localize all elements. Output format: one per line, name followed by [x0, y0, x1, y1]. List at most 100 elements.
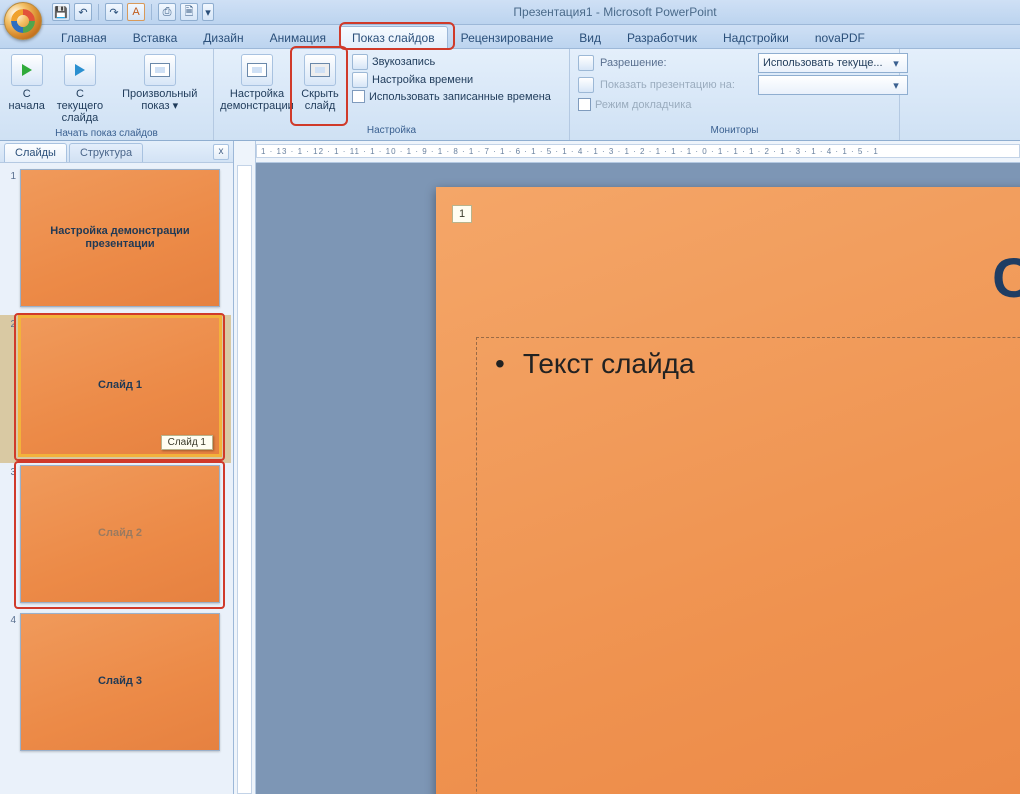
qat-separator: [151, 4, 152, 20]
quick-access-toolbar: 💾 ↶ ↷ A ⎙ 🗎 ▾: [52, 3, 214, 21]
thumbnail[interactable]: Слайд 1 Слайд 1: [20, 317, 220, 455]
btn-label: С текущего: [57, 88, 103, 112]
panel-close-button[interactable]: x: [213, 144, 229, 160]
microphone-icon: [352, 54, 368, 70]
hide-slide-icon: [304, 54, 336, 86]
checkbox-icon: [578, 98, 591, 111]
btn-label: Настройка времени: [372, 74, 473, 86]
thumb-title: Слайд 3: [98, 675, 142, 688]
slide-number-badge: 1: [452, 205, 472, 223]
play-current-icon: [64, 54, 96, 86]
vertical-ruler: [234, 141, 256, 794]
ribbon: Сначала С текущегослайда Произвольныйпок…: [0, 49, 1020, 141]
tab-developer[interactable]: Разработчик: [614, 26, 710, 48]
from-current-button[interactable]: С текущегослайда: [49, 51, 110, 127]
thumbnails-list[interactable]: 1 Настройка демонстрации презентации 2 С…: [0, 163, 233, 794]
ribbon-tabs: Главная Вставка Дизайн Анимация Показ сл…: [0, 25, 1020, 49]
tab-addins[interactable]: Надстройки: [710, 26, 802, 48]
qat-customize-icon[interactable]: ▾: [202, 3, 214, 21]
btn-label: слайда: [62, 112, 99, 124]
tab-design[interactable]: Дизайн: [190, 26, 256, 48]
thumb-title: Слайд 2: [98, 527, 142, 540]
qat-undo-icon[interactable]: ↶: [74, 3, 92, 21]
btn-label: Звукозапись: [372, 56, 435, 68]
tab-novapdf[interactable]: novaPDF: [802, 26, 878, 48]
group-label: Мониторы: [574, 124, 895, 138]
combo-value: Использовать текуще...: [763, 57, 883, 69]
thumbnail[interactable]: Слайд 3: [20, 613, 220, 751]
chevron-down-icon: ▾: [889, 57, 903, 70]
group-start-slideshow: Сначала С текущегослайда Произвольныйпок…: [0, 49, 214, 140]
btn-label: Скрыть: [301, 88, 339, 100]
custom-show-button[interactable]: Произвольныйпоказ ▾: [110, 51, 209, 115]
thumbnail-row[interactable]: 2 Слайд 1 Слайд 1: [0, 315, 231, 463]
qat-separator: [98, 4, 99, 20]
thumbnail[interactable]: Настройка демонстрации презентации: [20, 169, 220, 307]
presenter-view-checkbox: Режим докладчика: [578, 97, 695, 112]
qat-font-button[interactable]: A: [127, 3, 145, 21]
btn-label: демонстрации: [220, 100, 294, 112]
slide-title[interactable]: Слайд 2: [992, 245, 1020, 310]
thumbnail-row[interactable]: 3 Слайд 2: [0, 463, 231, 611]
content-placeholder[interactable]: Текст слайда: [476, 337, 1020, 794]
group-setup: Настройкадемонстрации Скрытьслайд Звукоз…: [214, 49, 570, 140]
tab-view[interactable]: Вид: [566, 26, 614, 48]
ruler-ticks: 1 · 13 · 1 · 12 · 1 · 11 · 1 · 10 · 1 · …: [256, 144, 1020, 158]
slide-canvas-area[interactable]: 1 · 13 · 1 · 12 · 1 · 11 · 1 · 10 · 1 · …: [256, 141, 1020, 794]
panel-tabs: Слайды Структура x: [0, 141, 233, 163]
group-label: Настройка: [218, 124, 565, 138]
qat-preview-icon[interactable]: 🗎: [180, 3, 198, 21]
thumb-title: Слайд 1: [98, 379, 142, 392]
thumb-number: 4: [2, 613, 16, 626]
rehearse-timings-button[interactable]: Настройка времени: [348, 71, 563, 89]
btn-label: начала: [9, 100, 45, 112]
thumbnail[interactable]: Слайд 2: [20, 465, 220, 603]
thumb-number: 1: [2, 169, 16, 182]
thumb-number: 3: [2, 465, 16, 478]
clock-icon: [352, 72, 368, 88]
checkbox-label: Использовать записанные времена: [369, 91, 551, 103]
thumbnail-row[interactable]: 1 Настройка демонстрации презентации: [0, 167, 231, 315]
group-monitors: Разрешение: Использовать текуще...▾ Пока…: [570, 49, 900, 140]
tab-animation[interactable]: Анимация: [257, 26, 339, 48]
use-timings-checkbox[interactable]: Использовать записанные времена: [348, 89, 563, 104]
btn-label: Произвольный: [122, 88, 197, 100]
qat-save-icon[interactable]: 💾: [52, 3, 70, 21]
panel-tab-slides[interactable]: Слайды: [4, 143, 67, 162]
thumb-tooltip: Слайд 1: [161, 435, 213, 450]
play-icon: [11, 54, 43, 86]
checkbox-label: Режим докладчика: [595, 99, 691, 111]
group-label: Начать показ слайдов: [4, 127, 209, 141]
show-on-label: Показать презентацию на:: [600, 78, 752, 92]
window-title: Презентация1 - Microsoft PowerPoint: [214, 5, 1016, 19]
thumb-number: 2: [2, 317, 16, 330]
show-on-combo: ▾: [758, 75, 908, 95]
btn-label: С: [23, 88, 31, 100]
btn-label: показ ▾: [141, 100, 178, 112]
setup-show-button[interactable]: Настройкадемонстрации: [218, 51, 296, 115]
resolution-combo[interactable]: Использовать текуще... ▾: [758, 53, 908, 73]
record-narration-button[interactable]: Звукозапись: [348, 53, 563, 71]
office-button[interactable]: [4, 2, 42, 40]
title-bar: 💾 ↶ ↷ A ⎙ 🗎 ▾ Презентация1 - Microsoft P…: [0, 0, 1020, 25]
tab-insert[interactable]: Вставка: [120, 26, 191, 48]
btn-label: Настройка: [230, 88, 284, 100]
tab-review[interactable]: Рецензирование: [448, 26, 567, 48]
chevron-down-icon: ▾: [889, 79, 903, 92]
qat-quickprint-icon[interactable]: ⎙: [158, 3, 176, 21]
work-area: Слайды Структура x 1 Настройка демонстра…: [0, 141, 1020, 794]
slide[interactable]: 1 Слайд 2 Текст слайда: [436, 187, 1020, 794]
monitor-icon: [578, 55, 594, 71]
panel-tab-outline[interactable]: Структура: [69, 143, 143, 162]
hide-slide-button[interactable]: Скрытьслайд: [296, 51, 344, 115]
qat-redo-icon[interactable]: ↷: [105, 3, 123, 21]
body-text[interactable]: Текст слайда: [523, 348, 695, 380]
setup-icon: [241, 54, 273, 86]
thumbnail-row[interactable]: 4 Слайд 3: [0, 611, 231, 759]
horizontal-ruler: 1 · 13 · 1 · 12 · 1 · 11 · 1 · 10 · 1 · …: [256, 141, 1020, 163]
btn-label: слайд: [305, 100, 336, 112]
tab-home[interactable]: Главная: [48, 26, 120, 48]
checkbox-icon: [352, 90, 365, 103]
tab-slideshow[interactable]: Показ слайдов: [339, 26, 448, 48]
from-beginning-button[interactable]: Сначала: [4, 51, 49, 115]
